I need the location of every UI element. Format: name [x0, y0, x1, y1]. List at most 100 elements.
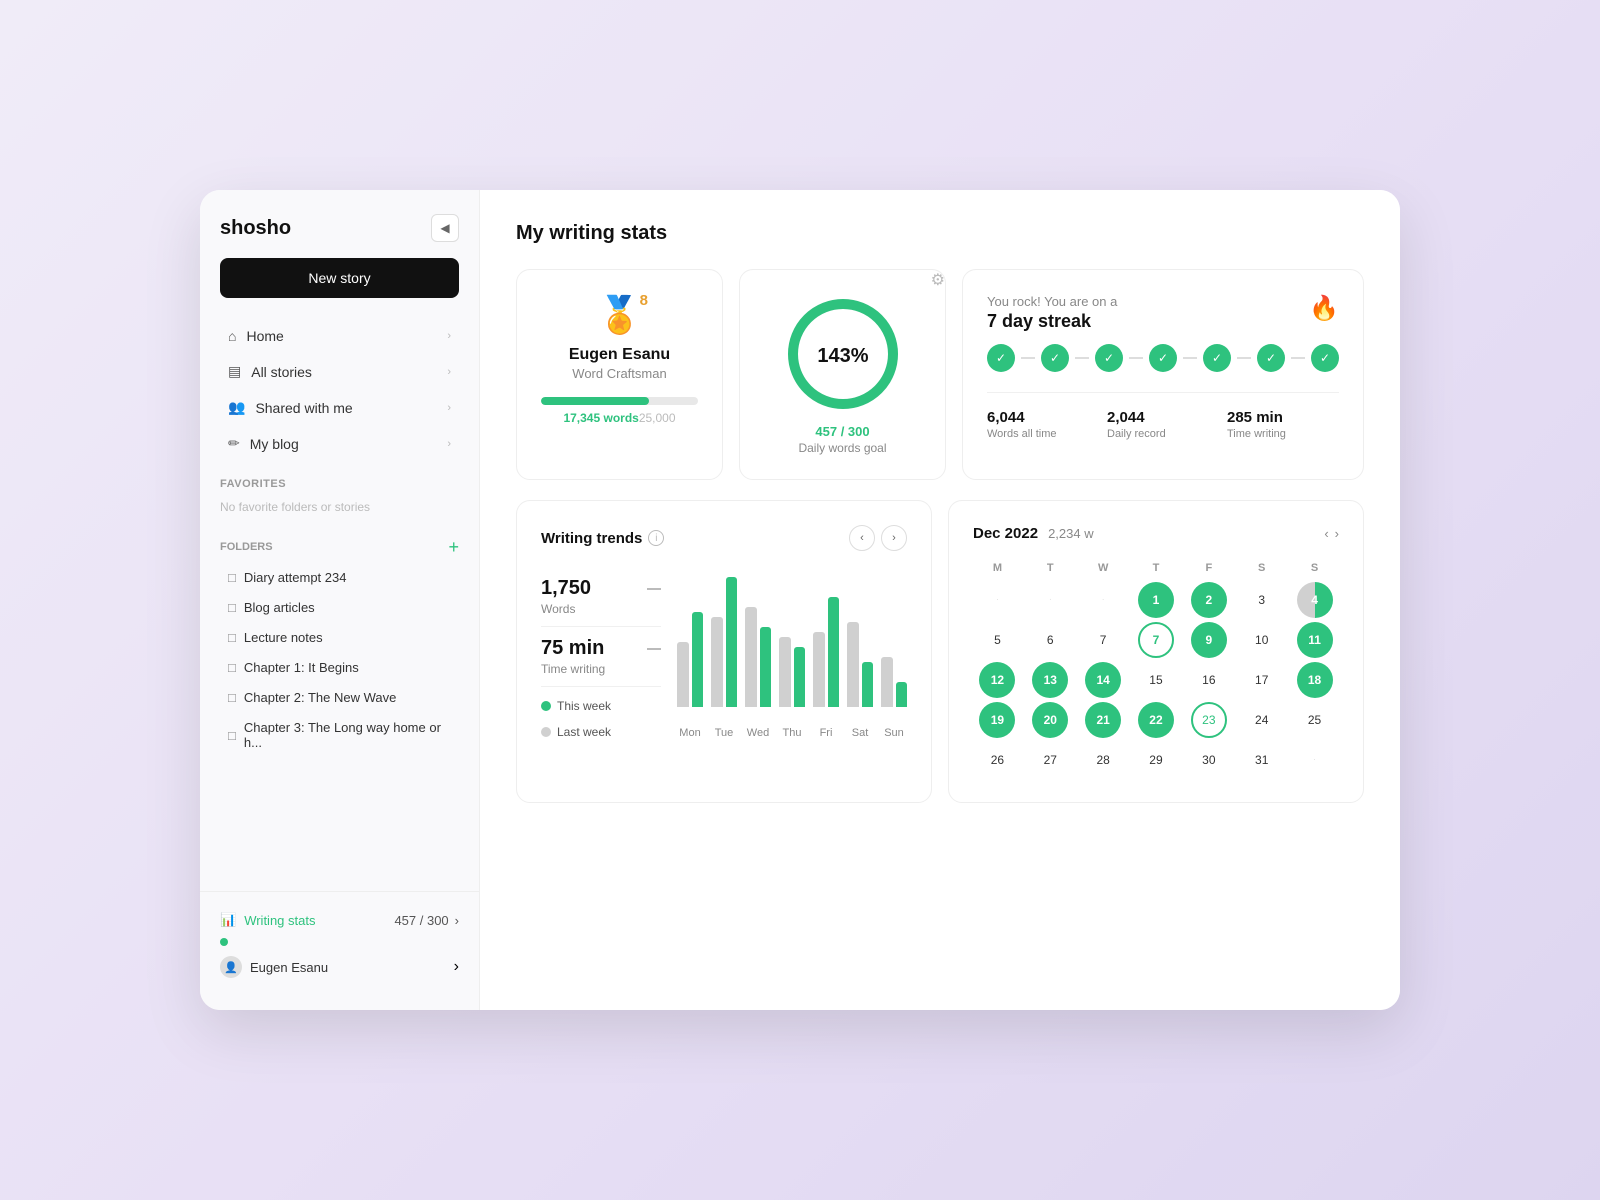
all-stories-label: All stories — [251, 364, 312, 380]
sidebar-item-home[interactable]: ⌂ Home › — [208, 319, 471, 353]
fire-icon: 🔥 — [1309, 294, 1339, 323]
cal-day-7[interactable]: 7 — [1085, 622, 1121, 658]
writing-stats-nav-item[interactable]: 📊 Writing stats 457 / 300 › — [200, 904, 479, 936]
streak-day-3: ✓ — [1095, 344, 1123, 372]
folder-item-diary[interactable]: □ Diary attempt 234 — [208, 563, 471, 592]
cal-day-11[interactable]: 11 — [1297, 622, 1333, 658]
cal-day-22[interactable]: 22 — [1138, 702, 1174, 738]
calendar-prev-button[interactable]: ‹ — [1324, 526, 1328, 541]
profile-title: Word Craftsman — [572, 366, 666, 381]
bar-group-sun — [881, 657, 907, 707]
user-avatar: 👤 — [220, 956, 242, 978]
cal-day-·: · — [1032, 582, 1068, 618]
cal-day-23[interactable]: 23 — [1191, 702, 1227, 738]
cal-day-2[interactable]: 2 — [1191, 582, 1227, 618]
folder-item-blog[interactable]: □ Blog articles — [208, 593, 471, 622]
cal-day-5[interactable]: 5 — [979, 622, 1015, 658]
collapse-sidebar-button[interactable]: ◀ — [431, 214, 459, 242]
cal-day-21[interactable]: 21 — [1085, 702, 1121, 738]
folder-label: Lecture notes — [244, 630, 323, 645]
new-story-button[interactable]: New story — [220, 258, 459, 298]
cal-day-31[interactable]: 31 — [1244, 742, 1280, 778]
cal-day-28[interactable]: 28 — [1085, 742, 1121, 778]
gear-icon[interactable]: ⚙ — [931, 270, 945, 290]
bar-group-mon — [677, 612, 703, 707]
streak-stat-daily-record: 2,044 Daily record — [1107, 409, 1219, 440]
folder-item-chapter1[interactable]: □ Chapter 1: It Begins — [208, 653, 471, 682]
this-week-legend-dot — [541, 701, 551, 711]
cal-day-15[interactable]: 15 — [1138, 662, 1174, 698]
cal-day-9[interactable]: 9 — [1191, 622, 1227, 658]
cal-day-17[interactable]: 17 — [1244, 662, 1280, 698]
streak-day-2: ✓ — [1041, 344, 1069, 372]
streak-subtitle: You rock! You are on a — [987, 294, 1117, 309]
my-blog-icon: ✏ — [228, 435, 240, 452]
page-title: My writing stats — [516, 222, 1364, 245]
writing-stats-label: Writing stats — [244, 913, 315, 928]
cal-header-M: M — [973, 558, 1022, 578]
cal-day-10[interactable]: 10 — [1244, 622, 1280, 658]
folder-item-chapter3[interactable]: □ Chapter 3: The Long way home or h... — [208, 713, 471, 757]
cal-day-6[interactable]: 6 — [1032, 622, 1068, 658]
cal-day-14[interactable]: 14 — [1085, 662, 1121, 698]
cal-day-24[interactable]: 24 — [1244, 702, 1280, 738]
last-week-bar — [779, 637, 791, 707]
this-week-legend-label: This week — [557, 699, 611, 713]
home-icon: ⌂ — [228, 328, 236, 344]
sidebar-item-my-blog[interactable]: ✏ My blog › — [208, 426, 471, 461]
bar-label-sun: Sun — [881, 727, 907, 739]
bar-group-tue — [711, 577, 737, 707]
cal-day-3[interactable]: 3 — [1244, 582, 1280, 618]
add-folder-button[interactable]: + — [448, 538, 459, 556]
trends-next-button[interactable]: › — [881, 525, 907, 551]
last-week-bar — [847, 622, 859, 707]
bar-group-fri — [813, 597, 839, 707]
cal-day-13[interactable]: 13 — [1032, 662, 1068, 698]
streak-card: You rock! You are on a 7 day streak 🔥 ✓ … — [962, 269, 1364, 480]
cal-day-27[interactable]: 27 — [1032, 742, 1068, 778]
folder-item-chapter2[interactable]: □ Chapter 2: The New Wave — [208, 683, 471, 712]
this-week-bar — [760, 627, 772, 707]
all-stories-icon: ▤ — [228, 363, 241, 380]
sidebar-item-all-stories[interactable]: ▤ All stories › — [208, 354, 471, 389]
cal-day-25[interactable]: 25 — [1297, 702, 1333, 738]
words-metric: 1,750 Words — [541, 567, 661, 627]
cal-day-12[interactable]: 12 — [979, 662, 1015, 698]
cal-day-18[interactable]: 18 — [1297, 662, 1333, 698]
folder-label: Chapter 2: The New Wave — [244, 690, 396, 705]
bar-label-fri: Fri — [813, 727, 839, 739]
trends-prev-button[interactable]: ‹ — [849, 525, 875, 551]
cal-day-1[interactable]: 1 — [1138, 582, 1174, 618]
calendar-next-button[interactable]: › — [1335, 526, 1339, 541]
cal-day-19[interactable]: 19 — [979, 702, 1015, 738]
stats-grid: 🏅 8 Eugen Esanu Word Craftsman 17,345 wo… — [516, 269, 1364, 480]
chevron-icon: › — [447, 366, 451, 378]
cal-header-T: T — [1132, 558, 1181, 578]
circle-goal-label: Daily words goal — [798, 441, 886, 455]
progress-bar-fill — [541, 397, 649, 405]
this-week-bar — [862, 662, 874, 707]
folder-item-lecture[interactable]: □ Lecture notes — [208, 623, 471, 652]
streak-dots: ✓ ✓ ✓ ✓ ✓ ✓ ✓ — [987, 344, 1339, 372]
cal-day-29[interactable]: 29 — [1138, 742, 1174, 778]
bar-labels: MonTueWedThuFriSatSun — [677, 727, 907, 739]
folder-icon: □ — [228, 660, 236, 675]
cal-day-26[interactable]: 26 — [979, 742, 1015, 778]
cal-day-30[interactable]: 30 — [1191, 742, 1227, 778]
sidebar-item-shared-with-me[interactable]: 👥 Shared with me › — [208, 390, 471, 425]
info-icon[interactable]: i — [648, 530, 664, 546]
folder-label: Chapter 3: The Long way home or h... — [244, 720, 451, 750]
calendar-words: 2,234 w — [1048, 526, 1094, 541]
no-favorites-text: No favorite folders or stories — [200, 496, 479, 526]
bar-label-wed: Wed — [745, 727, 771, 739]
sidebar: shosho ◀ New story ⌂ Home › ▤ All storie… — [200, 190, 480, 1010]
folder-label: Blog articles — [244, 600, 315, 615]
cal-day-7[interactable]: 7 — [1138, 622, 1174, 658]
favorites-label: Favorites — [200, 462, 479, 496]
cal-day-16[interactable]: 16 — [1191, 662, 1227, 698]
bar-group-wed — [745, 607, 771, 707]
cal-day-20[interactable]: 20 — [1032, 702, 1068, 738]
user-profile-item[interactable]: 👤 Eugen Esanu › — [200, 948, 479, 986]
bottom-grid: Writing trends i ‹ › 1,750 — [516, 500, 1364, 803]
streak-stats: 6,044 Words all time 2,044 Daily record … — [987, 392, 1339, 440]
